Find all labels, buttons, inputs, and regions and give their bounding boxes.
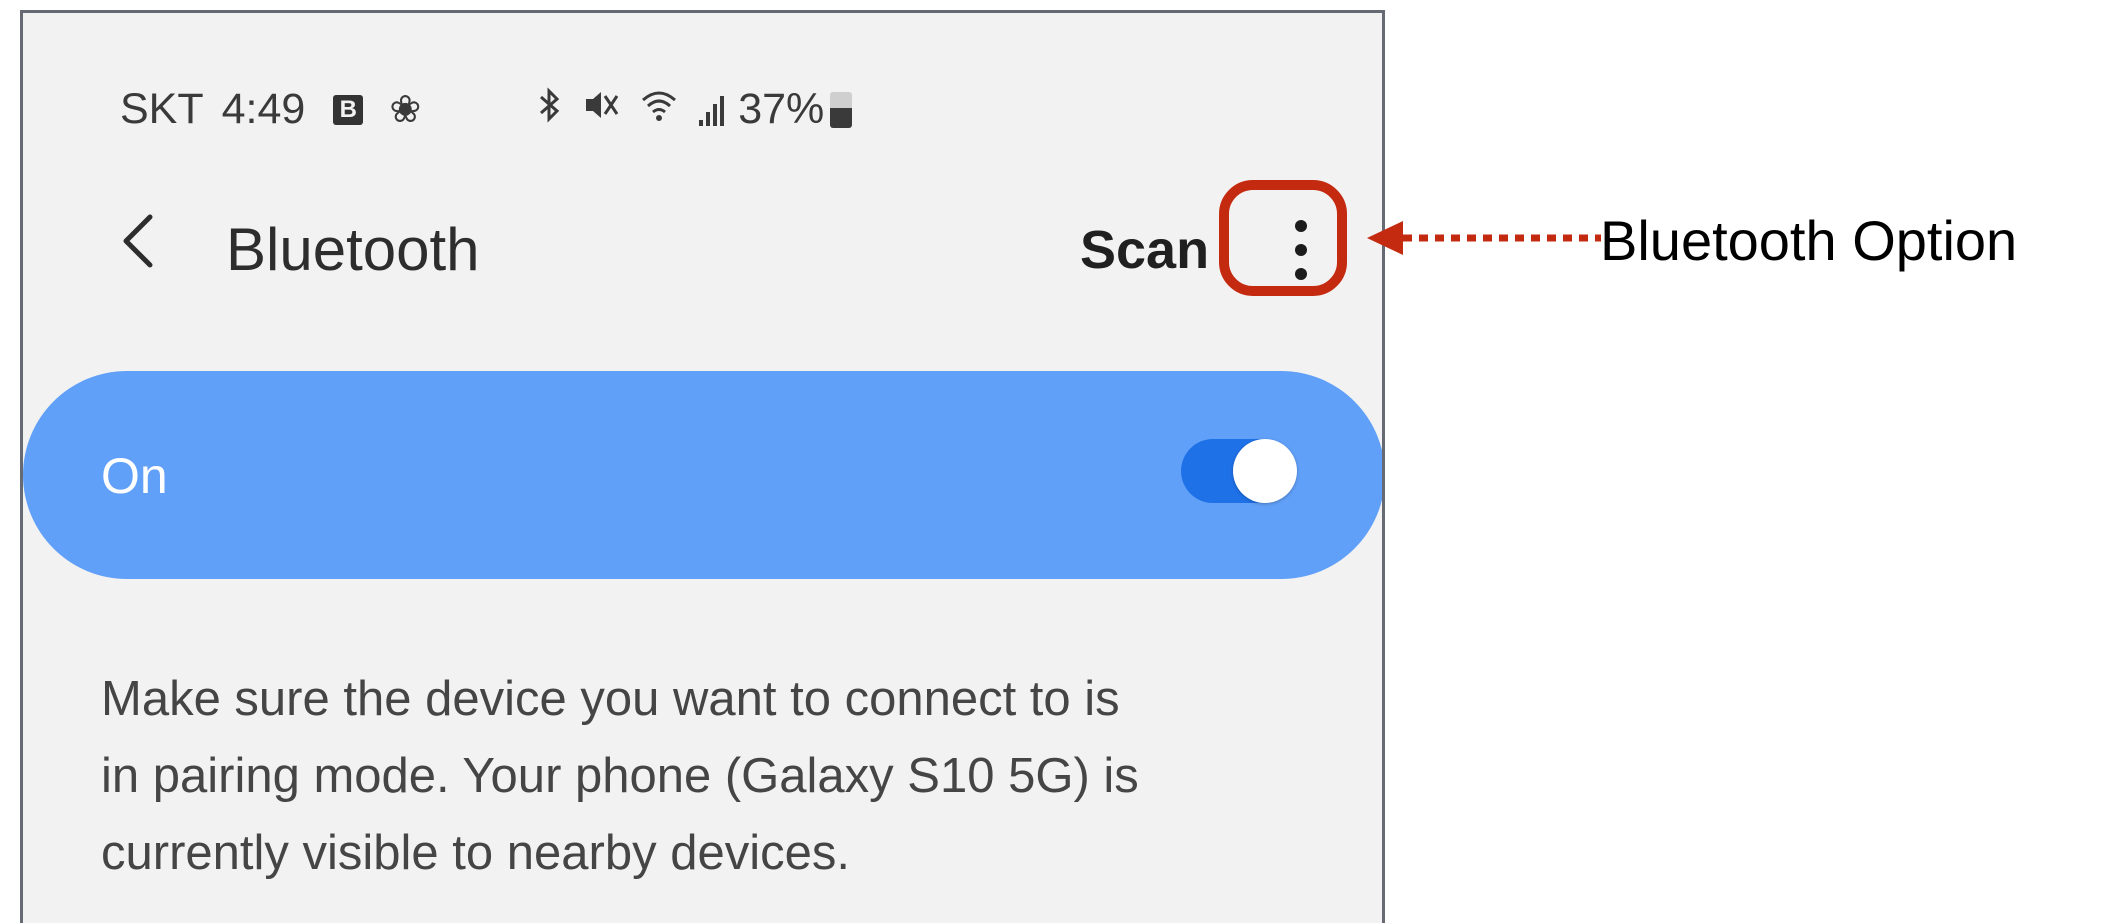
mute-icon	[583, 88, 619, 131]
pairing-description: Make sure the device you want to connect…	[101, 661, 1341, 892]
switch-knob	[1233, 439, 1297, 503]
page-title: Bluetooth	[226, 216, 480, 283]
wifi-icon	[639, 88, 679, 131]
clock-text: 4:49	[221, 85, 306, 134]
highlight-box	[1219, 180, 1347, 296]
toggle-label: On	[101, 448, 168, 504]
bluetooth-icon	[537, 87, 563, 132]
description-line: in pairing mode. Your phone (Galaxy S10 …	[101, 749, 1139, 803]
bluetooth-toggle-row[interactable]: On	[23, 371, 1382, 579]
description-line: currently visible to nearby devices.	[101, 826, 850, 880]
description-line: Make sure the device you want to connect…	[101, 672, 1120, 726]
back-button[interactable]	[116, 211, 160, 271]
chevron-left-icon	[123, 214, 153, 268]
b-app-icon: B	[333, 94, 364, 125]
battery-icon	[830, 91, 853, 128]
signal-icon	[699, 94, 725, 126]
status-bar: SKT 4:49 B ❀ 37%	[120, 83, 853, 134]
annotation-label: Bluetooth Option	[1600, 209, 2018, 272]
phone-screen: SKT 4:49 B ❀ 37% Bluetooth Scan On Make sur…	[20, 10, 1385, 923]
carrier-text: SKT	[120, 85, 204, 134]
bluetooth-switch[interactable]	[1181, 439, 1297, 503]
annotation-arrow-icon	[1367, 221, 1601, 255]
fan-icon: ❀	[389, 89, 422, 132]
scan-button[interactable]: Scan	[1080, 219, 1209, 281]
battery-percent: 37%	[738, 85, 825, 134]
